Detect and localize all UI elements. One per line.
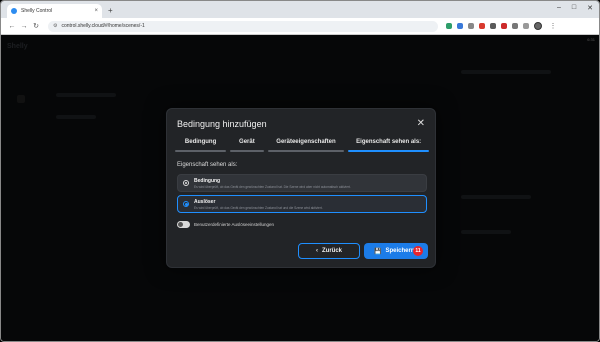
background-bar	[56, 93, 116, 97]
browser-tab[interactable]: Shelly Control ×	[7, 4, 102, 18]
tab-title: Shelly Control	[21, 8, 53, 14]
step-indicator	[230, 150, 264, 152]
dialog-title: Bedingung hinzufügen	[177, 119, 267, 129]
extensions-area: ⋮	[446, 22, 559, 30]
back-button-label: Zurück	[321, 248, 342, 254]
site-info-icon[interactable]: ⚙	[53, 23, 57, 29]
option-title: Bedingung	[194, 177, 221, 184]
step-label: Eigenschaft sehen als:	[356, 139, 422, 145]
step-geraeteeigenschaften[interactable]: Geräteeigenschaften	[267, 139, 345, 152]
radio-button[interactable]	[183, 180, 189, 186]
forward-arrow-icon[interactable]: →	[18, 23, 30, 30]
save-button-label: Speichern	[385, 248, 415, 254]
minimize-button[interactable]: –	[557, 4, 561, 12]
step-label: Bedingung	[184, 139, 217, 145]
toggle-label: Benutzerdefinierte Auslöseeinstellungen	[194, 222, 275, 227]
chevron-left-icon: ‹	[315, 248, 318, 254]
extension-icon[interactable]	[446, 23, 452, 29]
extension-icon[interactable]	[490, 23, 496, 29]
app-logo: Shelly	[7, 43, 28, 50]
extension-icon[interactable]	[468, 23, 474, 29]
maximize-button[interactable]: □	[572, 4, 576, 12]
youtube-extension-icon[interactable]	[501, 23, 507, 29]
time-label: 6:31	[587, 37, 595, 42]
option-description: Es wird überprüft, ob das Gerät den gewü…	[194, 184, 351, 189]
background-bar	[461, 230, 511, 234]
new-tab-button[interactable]: +	[108, 6, 113, 15]
background-bar	[461, 70, 551, 74]
step-geraet[interactable]: Gerät	[230, 139, 264, 152]
step-eigenschaft-sehen-als[interactable]: Eigenschaft sehen als:	[348, 139, 430, 152]
address-url: control.shelly.cloud/#/home/scenes/-1	[61, 23, 145, 29]
step-bedingung[interactable]: Bedingung	[175, 139, 227, 152]
back-button[interactable]: ‹ Zurück	[298, 243, 360, 259]
section-label: Eigenschaft sehen als:	[177, 162, 238, 168]
step-indicator	[267, 150, 345, 152]
shelly-favicon-icon	[11, 8, 17, 14]
page-overlay: Shelly 6:31 Bedingung hinzufügen ✕ Bedin…	[1, 35, 599, 341]
extension-icon[interactable]	[479, 23, 485, 29]
browser-toolbar: ← → ↻ ⚙ control.shelly.cloud/#/home/scen…	[1, 18, 599, 35]
option-bedingung[interactable]: Bedingung Es wird überprüft, ob das Gerä…	[177, 174, 427, 192]
save-icon: 💾	[374, 248, 382, 255]
step-indicator	[175, 150, 227, 152]
step-indicator-active	[348, 150, 430, 152]
window-close-button[interactable]: ✕	[587, 4, 593, 12]
background-icon	[17, 95, 25, 103]
back-arrow-icon[interactable]: ←	[6, 23, 18, 30]
extensions-puzzle-icon[interactable]	[512, 23, 518, 29]
radio-button-selected[interactable]	[183, 201, 189, 207]
add-condition-dialog: Bedingung hinzufügen ✕ Bedingung Gerät G…	[166, 108, 436, 268]
profile-avatar[interactable]	[534, 22, 542, 30]
background-bar	[56, 115, 96, 119]
stepper: Bedingung Gerät Geräteeigenschaften Eige…	[175, 139, 430, 152]
notification-badge: 11	[413, 246, 423, 256]
custom-trigger-toggle[interactable]	[177, 221, 190, 228]
option-title: Auslöser	[194, 198, 216, 205]
option-description: Es wird überprüft, ob das Gerät den gewü…	[194, 205, 323, 210]
menu-kebab-icon[interactable]: ⋮	[547, 22, 559, 30]
close-icon[interactable]: ✕	[417, 118, 425, 129]
step-label: Geräteeigenschaften	[276, 139, 336, 145]
custom-trigger-settings-row: Benutzerdefinierte Auslöseeinstellungen	[177, 221, 274, 228]
extension-icon[interactable]	[457, 23, 463, 29]
window-controls: – □ ✕	[557, 4, 593, 12]
sidebar-icon[interactable]	[523, 23, 529, 29]
step-label: Gerät	[239, 139, 255, 145]
tab-bar: Shelly Control × + – □ ✕	[1, 1, 599, 18]
tab-close-icon[interactable]: ×	[94, 8, 98, 14]
reload-icon[interactable]: ↻	[30, 22, 42, 30]
background-bar	[461, 195, 531, 199]
option-ausloeser[interactable]: Auslöser Es wird überprüft, ob das Gerät…	[177, 195, 427, 213]
browser-window: Shelly Control × + – □ ✕ ← → ↻ ⚙ control…	[0, 0, 600, 342]
address-bar[interactable]: ⚙ control.shelly.cloud/#/home/scenes/-1	[48, 20, 438, 32]
save-button[interactable]: 💾 Speichern 11	[364, 243, 428, 259]
